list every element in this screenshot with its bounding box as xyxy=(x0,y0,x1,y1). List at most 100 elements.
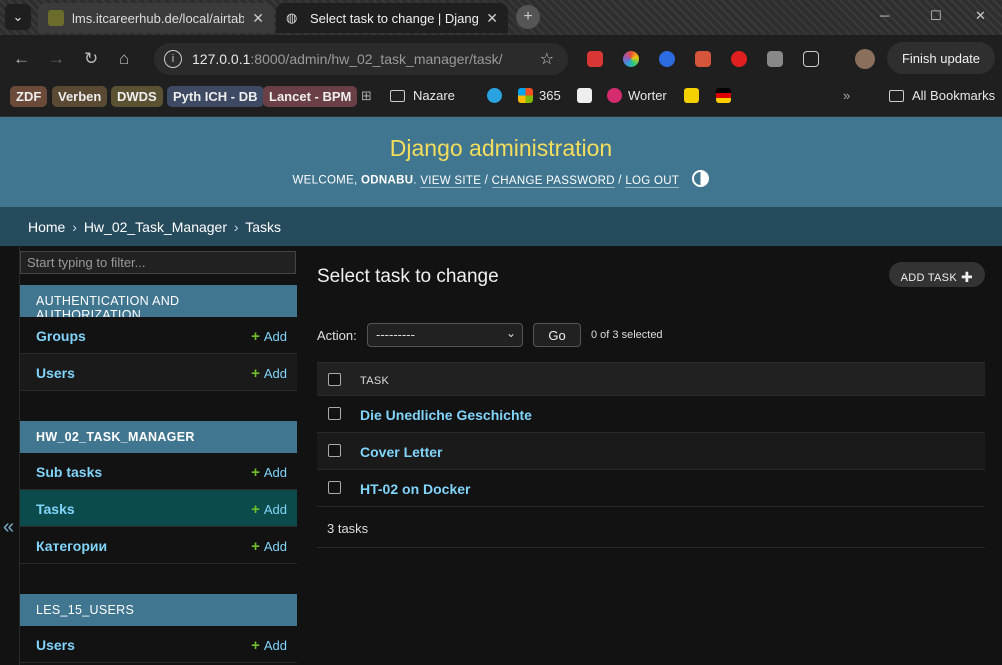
plus-icon: + xyxy=(251,637,260,654)
actions-bar: Action: --------- ⌄ Go 0 of 3 selected xyxy=(317,323,985,347)
window-close-icon[interactable]: ✕ xyxy=(975,8,986,24)
table-header: TASK xyxy=(317,362,985,396)
flag-bookmark-icon[interactable] xyxy=(716,88,737,103)
extension-1-icon[interactable] xyxy=(587,51,603,67)
model-link[interactable]: Категории xyxy=(36,538,107,554)
home-icon[interactable]: ⌂ xyxy=(119,49,129,69)
close-icon[interactable]: ✕ xyxy=(252,10,264,27)
row-checkbox[interactable] xyxy=(328,444,341,457)
browser-tab-lms[interactable]: lms.itcareerhub.de/local/airtabl ✕ xyxy=(38,3,274,33)
model-link[interactable]: Users xyxy=(36,365,75,381)
task-link[interactable]: Cover Letter xyxy=(360,444,442,460)
add-task-button[interactable]: ADD TASK ✚ xyxy=(888,262,985,287)
plus-icon: + xyxy=(251,365,260,382)
bookmark-nazare[interactable]: Nazare xyxy=(390,88,455,103)
tab-search-icon[interactable]: ⌄ xyxy=(5,4,31,30)
bookmark-verben[interactable]: Verben xyxy=(52,86,108,107)
minimize-icon[interactable]: ─ xyxy=(880,8,889,23)
model-link[interactable]: Tasks xyxy=(36,501,75,517)
extension-zm-icon[interactable] xyxy=(659,51,675,67)
forward-icon[interactable]: → xyxy=(48,49,65,69)
add-link[interactable]: + Add xyxy=(251,637,287,654)
model-row-categories: Категории + Add xyxy=(20,527,297,564)
close-icon[interactable]: ✕ xyxy=(486,10,498,27)
browser-tab-django[interactable]: ◍ Select task to change | Django a ✕ xyxy=(276,3,508,33)
extension-4-icon[interactable] xyxy=(695,51,711,67)
action-select[interactable]: --------- ⌄ xyxy=(367,323,523,347)
reload-icon[interactable]: ↻ xyxy=(84,49,98,69)
more-bookmarks-icon[interactable]: » xyxy=(843,88,850,103)
model-link[interactable]: Users xyxy=(36,637,75,653)
table-row: Cover Letter xyxy=(317,433,985,470)
row-checkbox[interactable] xyxy=(328,407,341,420)
model-row-users: Users + Add xyxy=(20,626,297,663)
admin-header: Django administration WELCOME, ODNABU. V… xyxy=(0,117,1002,207)
extensions-puzzle-icon[interactable] xyxy=(803,51,819,67)
add-link[interactable]: + Add xyxy=(251,464,287,481)
nav-filter-input[interactable]: Start typing to filter... xyxy=(20,251,296,274)
plus-icon: + xyxy=(251,538,260,555)
telegram-icon[interactable] xyxy=(487,88,508,103)
paginator: 3 tasks xyxy=(317,507,985,548)
table-row: HT-02 on Docker xyxy=(317,470,985,507)
module-auth: AUTHENTICATION AND AUTHORIZATION Groups … xyxy=(20,285,297,391)
module-caption[interactable]: LES_15_USERS xyxy=(20,594,297,626)
module-hw02: HW_02_TASK_MANAGER Sub tasks + Add Tasks … xyxy=(20,421,297,564)
address-bar[interactable]: i 127.0.0.1:8000/admin/hw_02_task_manage… xyxy=(154,43,568,75)
bookmark-lancet[interactable]: Lancet - BPM xyxy=(263,86,358,107)
all-bookmarks[interactable]: All Bookmarks xyxy=(889,88,995,103)
breadcrumb-home[interactable]: Home xyxy=(28,219,65,235)
row-checkbox[interactable] xyxy=(328,481,341,494)
add-link[interactable]: + Add xyxy=(251,365,287,382)
view-site-link[interactable]: VIEW SITE xyxy=(420,174,482,188)
change-password-link[interactable]: CHANGE PASSWORD xyxy=(491,174,615,188)
extension-6-icon[interactable] xyxy=(767,51,783,67)
go-button[interactable]: Go xyxy=(533,323,581,347)
globe-icon: ◍ xyxy=(286,10,298,25)
module-caption[interactable]: HW_02_TASK_MANAGER xyxy=(20,421,297,453)
model-row-subtasks: Sub tasks + Add xyxy=(20,453,297,490)
table-row: Die Unedliche Geschichte xyxy=(317,396,985,433)
model-link[interactable]: Groups xyxy=(36,328,86,344)
bookmark-dwds[interactable]: DWDS xyxy=(111,86,163,107)
maximize-icon[interactable]: ☐ xyxy=(930,8,942,24)
bookmark-zdf[interactable]: ZDF xyxy=(10,86,48,107)
username: ODNABU xyxy=(361,174,414,187)
site-branding[interactable]: Django administration xyxy=(0,135,1002,162)
breadcrumb-app[interactable]: Hw_02_Task_Manager xyxy=(84,219,227,235)
task-link[interactable]: HT-02 on Docker xyxy=(360,481,470,497)
theme-toggle-icon[interactable] xyxy=(692,170,710,187)
add-link[interactable]: + Add xyxy=(251,538,287,555)
extension-5-icon[interactable] xyxy=(731,51,747,67)
back-icon[interactable]: ← xyxy=(13,49,30,69)
bookmark-365[interactable]: 365 xyxy=(518,88,561,103)
module-caption[interactable]: AUTHENTICATION AND AUTHORIZATION xyxy=(20,285,297,322)
bookmark-pyth-ich[interactable]: Pyth ICH - DB xyxy=(167,86,264,107)
action-label: Action: xyxy=(317,328,357,343)
extension-2-icon[interactable] xyxy=(623,51,639,67)
browser-toolbar: ← → ↻ ⌂ i 127.0.0.1:8000/admin/hw_02_tas… xyxy=(0,35,1002,82)
select-all-checkbox[interactable] xyxy=(328,373,341,386)
nav-sidebar-toggle[interactable]: « xyxy=(0,246,20,665)
main-area: « Start typing to filter... AUTHENTICATI… xyxy=(0,246,1002,665)
site-info-icon[interactable]: i xyxy=(164,50,182,68)
lidl-icon[interactable] xyxy=(684,88,705,103)
add-link[interactable]: + Add xyxy=(251,328,287,345)
profile-avatar[interactable] xyxy=(855,49,875,69)
column-header-task[interactable]: TASK xyxy=(360,375,389,387)
folder-icon xyxy=(390,89,405,102)
model-link[interactable]: Sub tasks xyxy=(36,464,102,480)
bookmark-star-icon[interactable]: ☆ xyxy=(540,49,554,69)
model-row-groups: Groups + Add xyxy=(20,317,297,354)
model-row-tasks: Tasks + Add xyxy=(20,490,297,527)
add-link[interactable]: + Add xyxy=(251,501,287,518)
bookmark-worter[interactable]: Worter xyxy=(607,88,667,103)
apps-grid-icon[interactable]: ⊞ xyxy=(361,88,372,104)
spade-bookmark-icon[interactable] xyxy=(577,88,598,103)
plus-icon: ✚ xyxy=(960,269,973,285)
logout-link[interactable]: LOG OUT xyxy=(625,174,679,188)
new-tab-icon[interactable]: + xyxy=(516,5,540,29)
module-les15: LES_15_USERS Users + Add xyxy=(20,594,297,663)
finish-update-button[interactable]: Finish update xyxy=(887,42,995,74)
task-link[interactable]: Die Unedliche Geschichte xyxy=(360,407,532,423)
